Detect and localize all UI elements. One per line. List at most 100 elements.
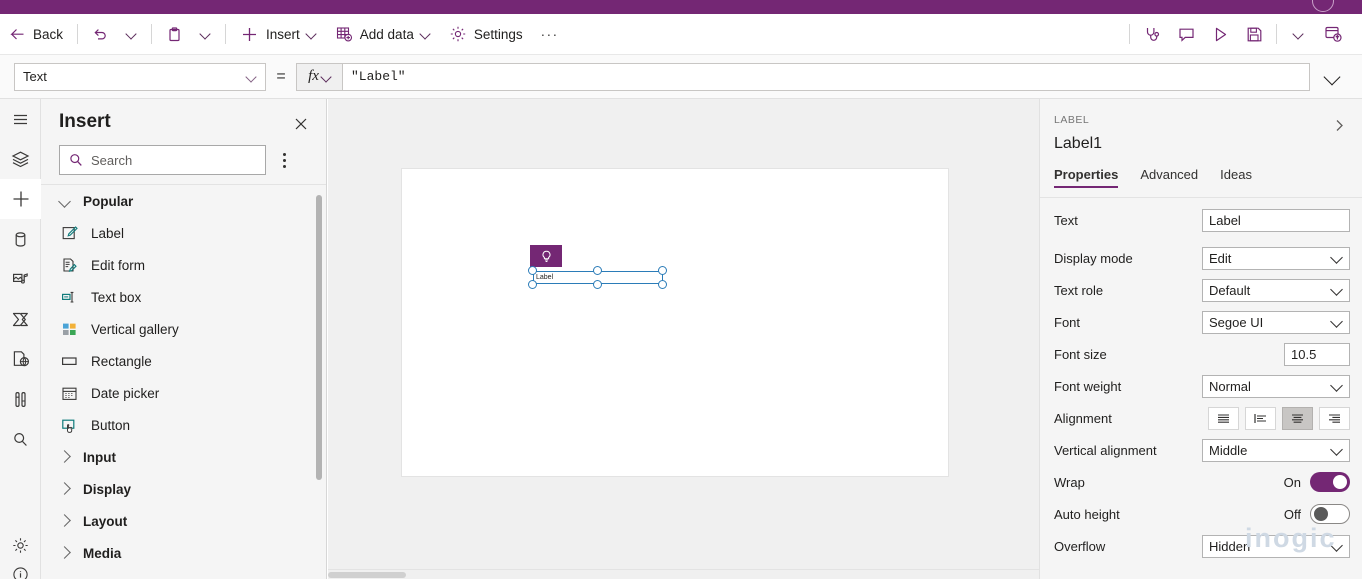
insert-panel-scrollbar[interactable] (316, 195, 322, 480)
selected-control[interactable]: Label (533, 271, 663, 284)
insert-group-layout[interactable]: Layout (41, 505, 327, 537)
control-type-label: LABEL (1054, 114, 1089, 126)
tab-advanced[interactable]: Advanced (1140, 167, 1198, 188)
search-input[interactable] (91, 153, 251, 168)
rail-item-data[interactable] (0, 219, 41, 259)
resize-handle-n[interactable] (593, 266, 602, 275)
property-value: Normal (1209, 379, 1331, 394)
font-size-wrap: 10.5 (1202, 343, 1350, 366)
ideas-badge[interactable] (530, 245, 562, 267)
formula-expand-button[interactable] (1310, 69, 1354, 85)
font-select[interactable]: Segoe UI (1202, 311, 1350, 334)
insert-more-options-button[interactable] (272, 147, 296, 173)
insert-panel: Insert Popular (41, 99, 327, 579)
resize-handle-se[interactable] (658, 280, 667, 289)
insert-group-input[interactable]: Input (41, 441, 327, 473)
insert-group-display[interactable]: Display (41, 473, 327, 505)
property-row-wrap: Wrap On (1040, 466, 1362, 498)
publish-button[interactable] (1316, 18, 1350, 50)
tab-properties[interactable]: Properties (1054, 167, 1118, 188)
display-mode-select[interactable]: Edit (1202, 247, 1350, 270)
vertical-alignment-select[interactable]: Middle (1202, 439, 1350, 462)
insert-group-popular[interactable]: Popular (41, 185, 327, 217)
resize-handle-s[interactable] (593, 280, 602, 289)
rail-item-help[interactable] (0, 565, 41, 579)
tab-ideas[interactable]: Ideas (1220, 167, 1252, 188)
save-options-button[interactable] (1282, 18, 1316, 50)
text-role-select[interactable]: Default (1202, 279, 1350, 302)
resize-handle-sw[interactable] (528, 280, 537, 289)
alignment-button-group (1208, 407, 1350, 430)
insert-item-rectangle[interactable]: Rectangle (41, 345, 327, 377)
insert-item-label[interactable]: Label (41, 217, 327, 249)
scrollbar-thumb[interactable] (328, 572, 406, 578)
app-screen[interactable]: Label (402, 169, 948, 476)
overflow-button[interactable]: ··· (533, 18, 567, 50)
formula-input[interactable]: "Label" (342, 63, 1310, 91)
preview-button[interactable] (1203, 18, 1237, 50)
search-box[interactable] (59, 145, 266, 175)
add-data-button[interactable]: Add data (327, 18, 439, 50)
app-checker-button[interactable] (1135, 18, 1169, 50)
insert-items-list: Popular Label Edit form Text box (41, 185, 327, 579)
flow-icon (10, 309, 31, 330)
settings-button[interactable]: Settings (441, 18, 531, 50)
align-right-button[interactable] (1319, 407, 1350, 430)
align-center-button[interactable] (1282, 407, 1313, 430)
rail-item-variables[interactable] (0, 379, 41, 419)
resize-handle-nw[interactable] (528, 266, 537, 275)
insert-item-date-picker[interactable]: Date picker (41, 377, 327, 409)
back-button[interactable]: Back (1, 18, 71, 50)
rail-item-insert[interactable] (0, 179, 41, 219)
save-button[interactable] (1237, 18, 1271, 50)
rail-item-tree-view[interactable] (0, 139, 41, 179)
rail-item-search[interactable] (0, 419, 41, 459)
font-weight-select[interactable]: Normal (1202, 375, 1350, 398)
rectangle-icon (59, 351, 79, 371)
resize-handle-ne[interactable] (658, 266, 667, 275)
properties-tabs: Properties Advanced Ideas (1040, 167, 1362, 198)
property-label: Font weight (1054, 379, 1202, 394)
insert-item-button[interactable]: Button (41, 409, 327, 441)
insert-item-vertical-gallery[interactable]: Vertical gallery (41, 313, 327, 345)
canvas-horizontal-scrollbar[interactable] (328, 569, 1039, 579)
properties-panel: LABEL Label1 Properties Advanced Ideas T… (1039, 99, 1362, 579)
undo-icon (92, 26, 109, 43)
align-start-button[interactable] (1245, 407, 1276, 430)
plus-icon (240, 25, 259, 44)
insert-item-text-box[interactable]: Text box (41, 281, 327, 313)
paste-button[interactable] (158, 18, 191, 50)
wrap-toggle-wrap: On (1284, 472, 1350, 492)
property-row-display-mode: Display mode Edit (1040, 242, 1362, 274)
rail-item-settings[interactable] (0, 525, 41, 565)
property-selector[interactable]: Text (14, 63, 266, 91)
divider (151, 24, 152, 44)
rail-item-power-pages[interactable] (0, 339, 41, 379)
chevron-down-icon (127, 29, 137, 39)
text-input[interactable]: Label (1202, 209, 1350, 232)
undo-options-button[interactable] (119, 18, 145, 50)
collapse-panel-button[interactable] (1328, 114, 1350, 136)
comments-button[interactable] (1169, 18, 1203, 50)
close-panel-button[interactable] (288, 111, 314, 137)
rail-item-menu[interactable] (0, 99, 41, 139)
insert-item-edit-form[interactable]: Edit form (41, 249, 327, 281)
undo-button[interactable] (84, 18, 117, 50)
insert-group-media[interactable]: Media (41, 537, 327, 569)
rail-item-media[interactable] (0, 259, 41, 299)
auto-height-toggle[interactable] (1310, 504, 1350, 524)
insert-panel-title: Insert (59, 111, 111, 133)
align-justify-button[interactable] (1208, 407, 1239, 430)
kebab-dot (283, 165, 286, 168)
font-size-input[interactable]: 10.5 (1284, 343, 1350, 366)
overflow-select[interactable]: Hidden (1202, 535, 1350, 558)
wrap-toggle[interactable] (1310, 472, 1350, 492)
paste-options-button[interactable] (193, 18, 219, 50)
canvas-area[interactable]: Label (328, 99, 1039, 579)
avatar[interactable] (1312, 0, 1334, 12)
rail-item-power-automate[interactable] (0, 299, 41, 339)
divider (225, 24, 226, 44)
kebab-dot (283, 153, 286, 156)
fx-button[interactable]: fx (296, 63, 342, 91)
insert-button[interactable]: Insert (232, 18, 325, 50)
